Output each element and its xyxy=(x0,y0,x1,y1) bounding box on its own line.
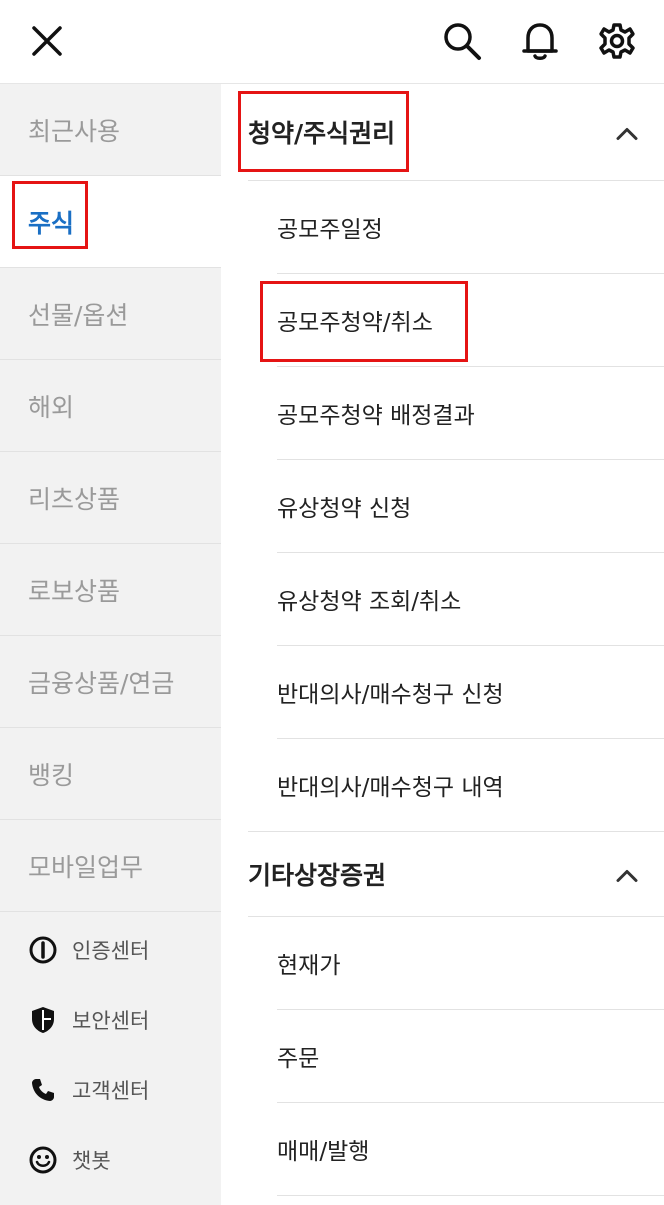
menu-item-ipo-schedule[interactable]: 공모주일정 xyxy=(277,181,664,274)
util-label: 고객센터 xyxy=(72,1079,150,1103)
sidebar-item-label: 최근사용 xyxy=(28,116,121,146)
sidebar-item-label: 로보상품 xyxy=(28,576,121,606)
menu-item-label: 주문 xyxy=(277,1046,320,1072)
highlight-box xyxy=(238,91,409,172)
section-header-other-listed[interactable]: 기타상장증권 xyxy=(248,831,664,917)
close-icon[interactable] xyxy=(26,20,68,62)
menu-item-label: 공모주일정 xyxy=(277,217,383,243)
search-icon[interactable] xyxy=(441,20,483,62)
sidebar-item-banking[interactable]: 뱅킹 xyxy=(0,728,221,820)
menu-item-ipo-allocation-result[interactable]: 공모주청약 배정결과 xyxy=(277,367,664,460)
util-chatbot[interactable]: 챗봇 xyxy=(0,1125,221,1195)
highlight-box xyxy=(12,181,88,249)
menu-item-dissent-purchase-history[interactable]: 반대의사/매수청구 내역 xyxy=(277,739,664,831)
util-label: 인증센터 xyxy=(72,939,150,963)
sidebar-item-recent[interactable]: 최근사용 xyxy=(0,84,221,176)
highlight-box xyxy=(260,281,468,362)
sidebar-item-futures-options[interactable]: 선물/옵션 xyxy=(0,268,221,360)
menu-item-label: 유상청약 신청 xyxy=(277,496,412,522)
sidebar-item-mobile-work[interactable]: 모바일업무 xyxy=(0,820,221,912)
sidebar-item-label: 해외 xyxy=(28,392,75,422)
sidebar-item-label: 금융상품/연금 xyxy=(28,668,175,698)
menu-item-label: 반대의사/매수청구 신청 xyxy=(277,682,504,708)
info-circle-icon xyxy=(28,935,58,965)
submenu-panel: 청약/주식권리 공모주일정 공모주청약/취소 공모주청약 배정결과 유상청약 신… xyxy=(221,84,664,1205)
sidebar-item-robo[interactable]: 로보상품 xyxy=(0,544,221,636)
menu-item-label: 현재가 xyxy=(277,953,341,979)
bell-icon[interactable] xyxy=(519,20,561,62)
util-customer-center[interactable]: 고객센터 xyxy=(0,1055,221,1125)
menu-item-label: 유상청약 조회/취소 xyxy=(277,589,462,615)
sidebar-item-stocks[interactable]: 주식 xyxy=(0,176,221,268)
util-label: 보안센터 xyxy=(72,1009,150,1033)
menu-item-trade-issue[interactable]: 매매/발행 xyxy=(277,1103,664,1196)
sidebar-item-label: 선물/옵션 xyxy=(28,300,129,330)
chevron-up-icon[interactable] xyxy=(616,118,638,147)
top-bar xyxy=(0,0,664,84)
menu-item-ipo-subscribe-cancel[interactable]: 공모주청약/취소 xyxy=(260,274,664,367)
section-title: 기타상장증권 xyxy=(248,861,387,890)
util-security-center[interactable]: 보안센터 xyxy=(0,985,221,1055)
sidebar-item-label: 리츠상품 xyxy=(28,484,121,514)
menu-item-rights-offering-inquiry[interactable]: 유상청약 조회/취소 xyxy=(277,553,664,646)
menu-item-dissent-purchase-apply[interactable]: 반대의사/매수청구 신청 xyxy=(277,646,664,739)
sidebar: 최근사용 주식 선물/옵션 해외 리츠상품 로보상품 금융상품/연금 뱅킹 모바… xyxy=(0,84,221,1205)
shield-icon xyxy=(28,1005,58,1035)
chevron-up-icon[interactable] xyxy=(616,860,638,889)
util-label: 챗봇 xyxy=(72,1149,111,1173)
sidebar-item-label: 모바일업무 xyxy=(28,852,144,882)
sidebar-item-reits[interactable]: 리츠상품 xyxy=(0,452,221,544)
menu-item-current-price[interactable]: 현재가 xyxy=(277,917,664,1010)
sidebar-item-label: 뱅킹 xyxy=(28,760,75,790)
menu-item-label: 반대의사/매수청구 내역 xyxy=(277,775,504,801)
sidebar-item-financial-pension[interactable]: 금융상품/연금 xyxy=(0,636,221,728)
phone-icon xyxy=(28,1075,58,1105)
menu-item-order[interactable]: 주문 xyxy=(277,1010,664,1103)
menu-item-label: 매매/발행 xyxy=(277,1139,370,1165)
sidebar-item-overseas[interactable]: 해외 xyxy=(0,360,221,452)
util-auth-center[interactable]: 인증센터 xyxy=(0,915,221,985)
gear-icon[interactable] xyxy=(596,20,638,62)
smiley-icon xyxy=(28,1145,58,1175)
menu-item-rights-offering-apply[interactable]: 유상청약 신청 xyxy=(277,460,664,553)
section-header-subscription-rights[interactable]: 청약/주식권리 xyxy=(238,84,664,181)
menu-item-label: 공모주청약 배정결과 xyxy=(277,403,475,429)
